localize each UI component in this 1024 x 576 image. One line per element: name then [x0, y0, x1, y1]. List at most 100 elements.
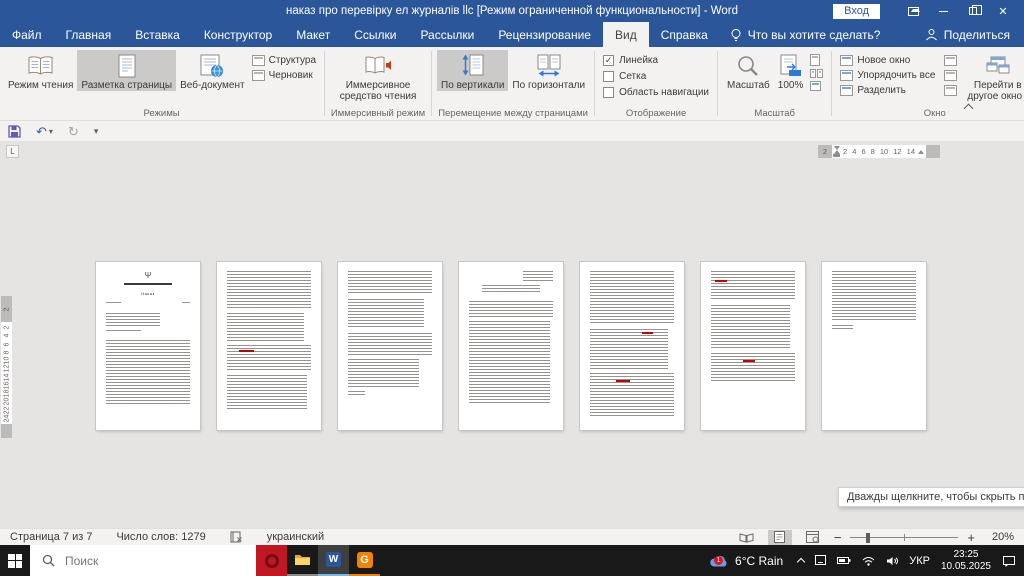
immersive-reader-button[interactable]: Иммерсивное средство чтения	[330, 50, 426, 102]
orange-app-icon[interactable]: G	[349, 545, 380, 576]
share-button[interactable]: Поделиться	[925, 22, 1024, 47]
tab-references[interactable]: Ссылки	[342, 22, 408, 47]
web-layout-button[interactable]: Веб-документ	[176, 50, 249, 91]
action-center-button[interactable]	[1002, 555, 1016, 567]
qat-customize-button[interactable]: ▾	[94, 125, 99, 138]
vertical-movement-button[interactable]: По вертикали	[437, 50, 509, 92]
clock[interactable]: 23:25 10.05.2025	[941, 549, 991, 572]
language-status[interactable]: украинский	[267, 531, 324, 543]
new-window-icon	[840, 55, 854, 66]
tab-design[interactable]: Конструктор	[192, 22, 284, 47]
restore-button[interactable]	[958, 0, 988, 22]
tray-expand-button[interactable]	[796, 556, 806, 567]
tab-insert[interactable]: Вставка	[123, 22, 192, 47]
arrange-all-button[interactable]: Упорядочить все	[840, 70, 935, 81]
read-mode-button[interactable]: Режим чтения	[4, 50, 77, 91]
battery-icon[interactable]	[837, 556, 851, 565]
tab-mailings[interactable]: Рассылки	[408, 22, 486, 47]
zoom-100-button[interactable]: 100%	[774, 50, 808, 91]
horizontal-ruler[interactable]: 2 2 4 6 8 10 12 14	[818, 145, 940, 158]
notification-badge: 1	[714, 555, 724, 565]
search-input[interactable]	[65, 553, 225, 568]
group-zoom: Масштаб 100% Масштаб	[719, 47, 830, 120]
ruler-number: 14	[906, 147, 915, 156]
vertical-ruler[interactable]: 2 2 4 6 8 10 12 14 16 18 20 22 24	[1, 296, 12, 438]
navigation-pane-checkbox[interactable]: Область навигации	[603, 87, 709, 98]
view-side-by-side-button[interactable]	[944, 55, 958, 66]
page-number-status[interactable]: Страница 7 из 7	[10, 531, 92, 543]
navigation-pane-checkbox-label: Область навигации	[619, 87, 709, 98]
text-lines	[348, 271, 432, 295]
volume-icon[interactable]	[886, 556, 899, 566]
zoom-in-button[interactable]: +	[967, 531, 975, 544]
start-button[interactable]	[0, 545, 30, 576]
tab-home[interactable]: Главная	[54, 22, 124, 47]
page-thumbnail-7[interactable]	[822, 262, 926, 430]
synchronous-scrolling-button[interactable]	[944, 70, 958, 81]
close-button[interactable]: ✕	[988, 0, 1018, 22]
weather-widget[interactable]: 1 6°C Rain	[704, 554, 787, 568]
side-to-side-button[interactable]: По горизонтали	[508, 50, 589, 91]
page-thumbnail-2[interactable]	[217, 262, 321, 430]
immersive-reader-label: Иммерсивное средство чтения	[339, 80, 417, 103]
text-lines	[469, 321, 550, 403]
multiple-pages-button[interactable]	[810, 69, 824, 78]
page-thumbnail-1[interactable]: Ψ Наказ	[96, 262, 200, 430]
indent-markers[interactable]	[832, 146, 840, 157]
draft-icon	[251, 70, 265, 81]
tab-review[interactable]: Рецензирование	[486, 22, 603, 47]
switch-windows-button[interactable]: Перейти в другое окно▾	[963, 50, 1024, 102]
tab-file[interactable]: Файл	[0, 22, 54, 47]
language-indicator[interactable]: УКР	[909, 555, 930, 567]
tab-selector[interactable]: L	[6, 145, 19, 158]
zoom-button[interactable]: Масштаб	[723, 50, 774, 91]
tab-view[interactable]: Вид	[602, 22, 649, 47]
split-button[interactable]: Разделить	[840, 85, 935, 96]
word-count-status[interactable]: Число слов: 1279	[116, 531, 205, 543]
new-window-button[interactable]: Новое окно	[840, 55, 935, 66]
web-layout-view-button[interactable]	[801, 530, 825, 545]
undo-button[interactable]: ↶ ▾	[36, 125, 53, 138]
page-thumbnail-6[interactable]	[701, 262, 805, 430]
zoom-slider-thumb[interactable]	[866, 532, 871, 543]
ruler-checkbox[interactable]: ✓ Линейка	[603, 55, 709, 66]
word-icon[interactable]: W	[318, 545, 349, 576]
print-layout-button[interactable]: Разметка страницы	[77, 50, 177, 92]
page-thumbnail-3[interactable]	[338, 262, 442, 430]
page-thumbnail-4[interactable]	[459, 262, 563, 430]
zoom-percentage[interactable]: 20%	[984, 531, 1014, 543]
tablet-mode-icon[interactable]	[815, 555, 827, 566]
taskbar-search[interactable]	[30, 545, 256, 576]
page-width-button[interactable]	[810, 81, 822, 91]
one-page-button[interactable]	[810, 54, 821, 66]
minimize-button[interactable]	[928, 0, 958, 22]
outline-button[interactable]: Структура	[251, 55, 316, 66]
ruler-number: 22	[2, 406, 10, 415]
text-lines	[348, 333, 432, 355]
right-indent-marker[interactable]	[918, 149, 924, 154]
group-modes: Режим чтения Разметка страницы Веб-докум…	[0, 47, 323, 120]
proofing-status[interactable]	[230, 531, 243, 543]
zoom-100-icon	[780, 54, 801, 76]
tell-me-box[interactable]: Что вы хотите сделать?	[720, 22, 891, 47]
tab-layout[interactable]: Макет	[284, 22, 342, 47]
file-explorer-icon[interactable]	[287, 545, 318, 576]
gridlines-checkbox[interactable]: Сетка	[603, 71, 709, 82]
title-bar: наказ про перевірку ел журналів llc [Реж…	[0, 0, 1024, 22]
ruler-number: 4	[3, 333, 10, 338]
zoom-out-button[interactable]: −	[834, 531, 842, 544]
redo-button[interactable]: ↻	[68, 125, 79, 138]
ribbon-display-options-button[interactable]	[898, 0, 928, 22]
wifi-icon[interactable]	[862, 556, 875, 566]
print-layout-view-button[interactable]	[767, 529, 792, 545]
draft-button[interactable]: Черновик	[251, 70, 316, 81]
zoom-slider[interactable]	[850, 530, 959, 545]
sign-in-button[interactable]: Вход	[833, 3, 880, 19]
page-thumbnail-5[interactable]	[580, 262, 684, 430]
reset-window-position-button[interactable]	[944, 85, 958, 96]
read-mode-view-button[interactable]	[735, 530, 759, 545]
tab-help[interactable]: Справка	[649, 22, 720, 47]
save-button[interactable]	[8, 124, 21, 138]
redo-icon: ↻	[67, 123, 79, 139]
opera-icon[interactable]	[256, 545, 287, 576]
